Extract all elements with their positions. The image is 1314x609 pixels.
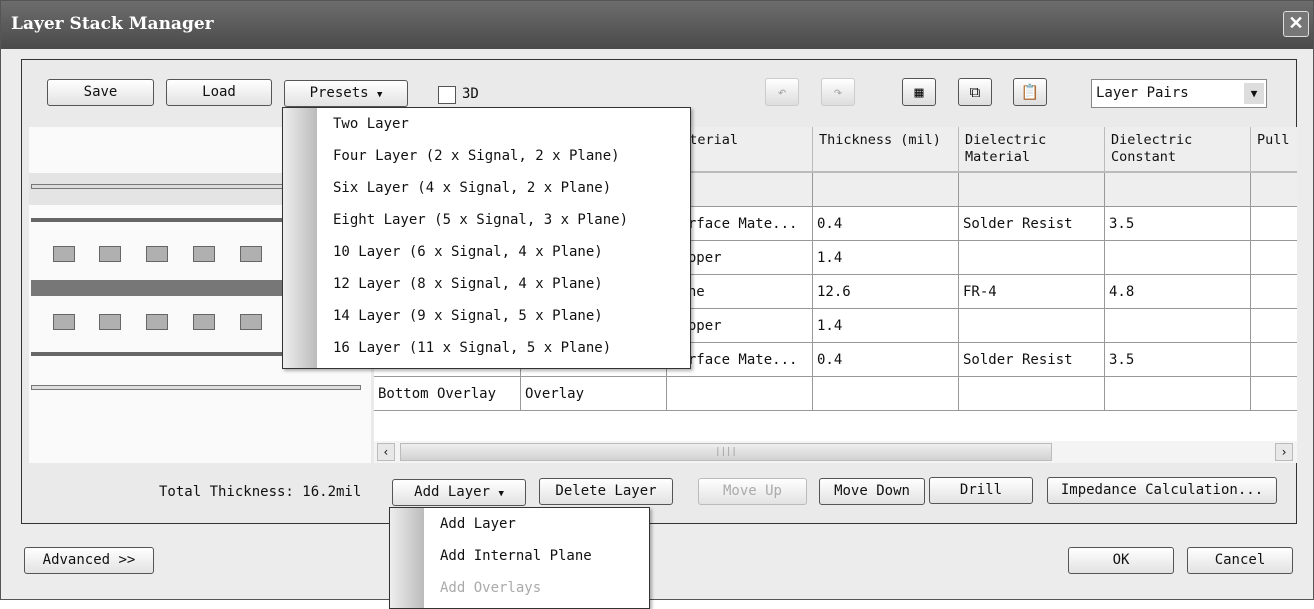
add-layer-label: Add Layer xyxy=(414,484,490,500)
signal-pad xyxy=(99,314,121,330)
header-thickness[interactable]: Thickness (mil) xyxy=(813,127,959,173)
signal-pad xyxy=(193,246,215,262)
scroll-left-icon[interactable]: ‹ xyxy=(377,443,395,461)
preset-item[interactable]: 16 Layer (11 x Signal, 5 x Plane) xyxy=(333,340,611,356)
cell-thickness[interactable]: 1.4 xyxy=(813,241,959,275)
copy-icon[interactable]: ⧉ xyxy=(958,78,992,106)
add-layer-menu-item[interactable]: Add Internal Plane xyxy=(440,548,592,564)
cell-pullback[interactable] xyxy=(1251,207,1297,241)
cell-pullback[interactable] xyxy=(1251,343,1297,377)
cell-dielectric-material[interactable]: Solder Resist xyxy=(959,207,1105,241)
preset-item[interactable]: Two Layer xyxy=(333,116,409,132)
cell-pullback[interactable] xyxy=(1251,241,1297,275)
preset-item[interactable]: 14 Layer (9 x Signal, 5 x Plane) xyxy=(333,308,603,324)
preset-item[interactable]: Six Layer (4 x Signal, 2 x Plane) xyxy=(333,180,611,196)
view-mode-value: Layer Pairs xyxy=(1096,85,1189,101)
signal-pad xyxy=(193,314,215,330)
signal-pad xyxy=(240,314,262,330)
cell-dielectric-constant[interactable]: 3.5 xyxy=(1105,207,1251,241)
add-layer-menu-item[interactable]: Add Overlays xyxy=(440,580,541,596)
load-button[interactable]: Load xyxy=(166,79,272,106)
cell-dielectric-constant[interactable] xyxy=(1105,377,1251,411)
cell-dielectric-constant[interactable] xyxy=(1105,173,1251,207)
cancel-button[interactable]: Cancel xyxy=(1187,547,1293,574)
chevron-down-icon: ▼ xyxy=(1244,83,1264,104)
cell-thickness[interactable]: 1.4 xyxy=(813,309,959,343)
presets-menu: Two Layer Four Layer (2 x Signal, 2 x Pla… xyxy=(282,107,691,369)
title-bar: Layer Stack Manager ✕ xyxy=(1,1,1313,49)
cell-thickness[interactable] xyxy=(813,173,959,207)
delete-layer-button[interactable]: Delete Layer xyxy=(539,478,673,505)
header-dielectric-material[interactable]: Dielectric Material xyxy=(959,127,1105,173)
3d-label: 3D xyxy=(462,86,479,102)
move-up-button[interactable]: Move Up xyxy=(698,478,807,505)
scroll-right-icon[interactable]: › xyxy=(1275,443,1293,461)
header-dielectric-constant[interactable]: Dielectric Constant xyxy=(1105,127,1251,173)
undo-icon[interactable]: ↶ xyxy=(765,78,799,106)
cell-dielectric-material[interactable] xyxy=(959,377,1105,411)
cell-dielectric-material[interactable]: FR-4 xyxy=(959,275,1105,309)
cell-thickness[interactable] xyxy=(813,377,959,411)
add-layer-button[interactable]: Add Layer ▼ xyxy=(392,479,526,506)
cell-dielectric-material[interactable] xyxy=(959,173,1105,207)
presets-button[interactable]: Presets ▼ xyxy=(284,80,408,107)
redo-icon[interactable]: ↷ xyxy=(821,78,855,106)
signal-pad xyxy=(146,314,168,330)
signal-pad xyxy=(99,246,121,262)
total-thickness: Total Thickness: 16.2mil xyxy=(159,484,362,500)
save-button[interactable]: Save xyxy=(47,79,154,106)
window-title: Layer Stack Manager xyxy=(11,14,214,34)
cell-material[interactable] xyxy=(667,377,813,411)
cell-dielectric-material[interactable]: Solder Resist xyxy=(959,343,1105,377)
cell-dielectric-material[interactable] xyxy=(959,241,1105,275)
cell-thickness[interactable]: 12.6 xyxy=(813,275,959,309)
cell-thickness[interactable]: 0.4 xyxy=(813,207,959,241)
cell-pullback[interactable] xyxy=(1251,377,1297,411)
cell-pullback[interactable] xyxy=(1251,309,1297,343)
paste-icon[interactable]: 📋 xyxy=(1013,78,1047,106)
cell-dielectric-constant[interactable]: 3.5 xyxy=(1105,343,1251,377)
cell-dielectric-constant[interactable]: 4.8 xyxy=(1105,275,1251,309)
close-button[interactable]: ✕ xyxy=(1283,11,1309,37)
dropdown-arrow-icon: ▼ xyxy=(377,90,383,100)
menu-gutter xyxy=(390,508,424,608)
dropdown-arrow-icon: ▼ xyxy=(498,489,504,499)
cell-layer-name[interactable]: Bottom Overlay xyxy=(374,377,521,411)
signal-pad xyxy=(53,246,75,262)
preset-item[interactable]: Eight Layer (5 x Signal, 3 x Plane) xyxy=(333,212,628,228)
add-layer-menu-item[interactable]: Add Layer xyxy=(440,516,516,532)
cell-pullback[interactable] xyxy=(1251,275,1297,309)
ok-button[interactable]: OK xyxy=(1068,547,1174,574)
scroll-thumb[interactable]: |||| xyxy=(400,443,1052,461)
presets-label: Presets xyxy=(309,85,369,101)
move-down-button[interactable]: Move Down xyxy=(819,478,925,505)
signal-pad xyxy=(240,246,262,262)
advanced-button[interactable]: Advanced >> xyxy=(24,547,154,574)
header-pullback[interactable]: Pull xyxy=(1251,127,1297,173)
cell-dielectric-constant[interactable] xyxy=(1105,241,1251,275)
cell-thickness[interactable]: 0.4 xyxy=(813,343,959,377)
impedance-calculation-button[interactable]: Impedance Calculation... xyxy=(1047,477,1277,504)
preset-item[interactable]: 12 Layer (8 x Signal, 4 x Plane) xyxy=(333,276,603,292)
horizontal-scrollbar[interactable]: ‹ |||| › xyxy=(374,441,1297,463)
3d-checkbox[interactable] xyxy=(438,86,456,104)
cell-pullback[interactable] xyxy=(1251,173,1297,207)
cell-dielectric-material[interactable] xyxy=(959,309,1105,343)
drill-button[interactable]: Drill xyxy=(929,477,1033,504)
properties-icon[interactable]: ▦ xyxy=(902,78,936,106)
cell-dielectric-constant[interactable] xyxy=(1105,309,1251,343)
cell-layer-type[interactable]: Overlay xyxy=(521,377,667,411)
signal-pad xyxy=(146,246,168,262)
add-layer-menu: Add Layer Add Internal Plane Add Overlays xyxy=(389,507,650,609)
preset-item[interactable]: 10 Layer (6 x Signal, 4 x Plane) xyxy=(333,244,603,260)
view-mode-select[interactable]: Layer Pairs ▼ xyxy=(1091,79,1267,108)
menu-gutter xyxy=(283,108,317,368)
preset-item[interactable]: Four Layer (2 x Signal, 2 x Plane) xyxy=(333,148,620,164)
bottom-overlay-line xyxy=(31,385,361,390)
signal-pad xyxy=(53,314,75,330)
